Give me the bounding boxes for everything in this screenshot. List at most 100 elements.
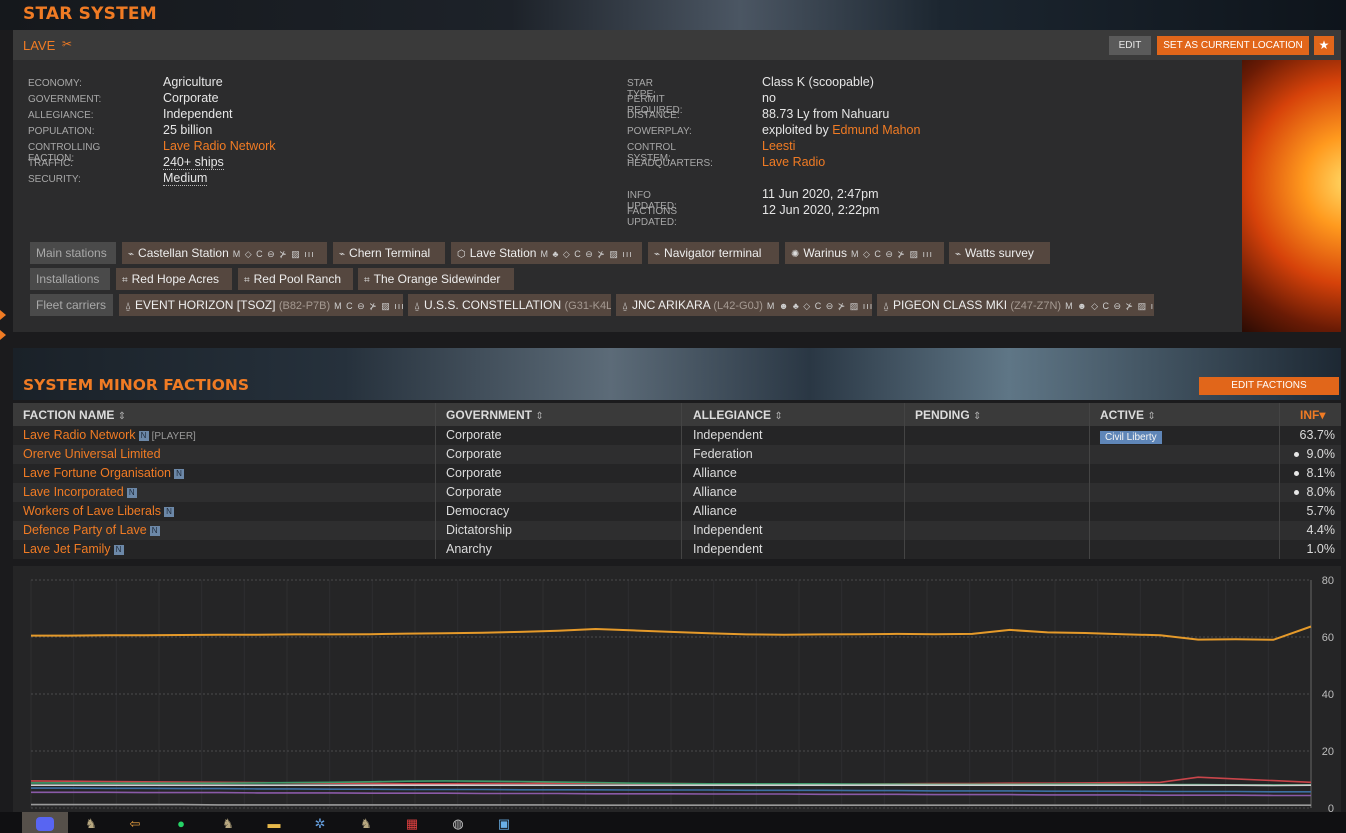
col-active[interactable]: ACTIVE ⇕ bbox=[1100, 408, 1156, 422]
traffic-value[interactable]: 240+ ships bbox=[163, 155, 224, 170]
control-system-link[interactable]: Leesti bbox=[762, 139, 795, 153]
security-value[interactable]: Medium bbox=[163, 171, 208, 186]
info-label: GOVERNMENT: bbox=[28, 94, 102, 105]
whatsapp-icon[interactable]: ● bbox=[172, 815, 190, 833]
edit-factions-button[interactable]: EDIT FACTIONS bbox=[1199, 377, 1339, 395]
faction-name-link[interactable]: Defence Party of Lave bbox=[23, 523, 147, 537]
elite-icon-2[interactable]: ♞ bbox=[219, 815, 237, 833]
col-allegiance[interactable]: ALLEGIANCE ⇕ bbox=[693, 408, 783, 422]
station-chip[interactable]: ⌁ Navigator terminal bbox=[648, 242, 779, 264]
station-name: Watts survey bbox=[965, 246, 1034, 260]
info-value: 25 billion bbox=[163, 123, 213, 137]
col-inf[interactable]: INF▾ bbox=[1300, 408, 1325, 422]
inf-value: 63.7% bbox=[1299, 428, 1335, 442]
station-chip[interactable]: ⬡ Lave Station M ♣ ◇ C ⊖ ⊁ ▨ ııı bbox=[451, 242, 642, 264]
system-header-bar: LAVE ✂ EDIT SET AS CURRENT LOCATION ★ bbox=[13, 30, 1341, 60]
influence-chart-svg: 0 20 40 60 80 bbox=[30, 575, 1334, 815]
y-tick-label: 60 bbox=[1322, 632, 1334, 644]
government-cell: Corporate bbox=[446, 466, 502, 480]
image-icon[interactable]: ▣ bbox=[495, 815, 513, 833]
system-info-panel: ECONOMY: Agriculture GOVERNMENT: Corpora… bbox=[13, 60, 1242, 332]
side-arrow-icon[interactable] bbox=[0, 310, 6, 320]
col-government[interactable]: GOVERNMENT ⇕ bbox=[446, 408, 544, 422]
carrier-icon: ⍙ bbox=[414, 301, 420, 312]
table-row[interactable]: Lave Fortune Organisation N Corporate Allia… bbox=[13, 464, 1341, 483]
info-label: FACTIONS UPDATED: bbox=[627, 206, 678, 228]
carrier-chip[interactable]: ⍙ JNC ARIKARA (L42-G0J) M ☻ ♣ ◇ C ⊖ ⊁ ▨ ıı… bbox=[616, 294, 872, 316]
table-row[interactable]: Lave Incorporated N Corporate Alliance 8.0% bbox=[13, 483, 1341, 502]
carrier-code: (L42-G0J) bbox=[713, 300, 763, 312]
powerplay-link[interactable]: Edmund Mahon bbox=[832, 123, 920, 137]
favorite-star-button[interactable]: ★ bbox=[1314, 36, 1334, 55]
settlement-icon: ⌗ bbox=[244, 275, 250, 286]
table-row[interactable]: Defence Party of Lave N Dictatorship Indepe… bbox=[13, 521, 1341, 540]
col-faction-name[interactable]: FACTION NAME ⇕ bbox=[23, 408, 126, 422]
allegiance-cell: Alliance bbox=[693, 466, 737, 480]
faction-name-link[interactable]: Orerve Universal Limited bbox=[23, 447, 161, 461]
elite-icon-3[interactable]: ♞ bbox=[357, 815, 375, 833]
services-icons: M ◇ C ⊖ ⊁ ▨ ııı bbox=[232, 249, 315, 259]
carrier-code: (B82-P7B) bbox=[278, 300, 331, 312]
table-row[interactable]: Workers of Lave Liberals N Democracy Allian… bbox=[13, 502, 1341, 521]
faction-name-cell: Defence Party of Lave N bbox=[23, 523, 160, 537]
column-divider bbox=[1279, 403, 1280, 559]
carrier-icon: ⍙ bbox=[125, 301, 131, 312]
set-current-location-button[interactable]: SET AS CURRENT LOCATION bbox=[1157, 36, 1309, 55]
calendar-icon[interactable]: ▦ bbox=[403, 815, 421, 833]
globe-icon[interactable]: ◍ bbox=[449, 815, 467, 833]
faction-name-link[interactable]: Lave Radio Network bbox=[23, 428, 136, 442]
faction-name-cell: Lave Fortune Organisation N bbox=[23, 466, 185, 480]
government-cell: Corporate bbox=[446, 428, 502, 442]
side-arrow-icon[interactable] bbox=[0, 330, 6, 340]
inf-value: 1.0% bbox=[1306, 542, 1336, 556]
scissors-icon[interactable]: ✂ bbox=[62, 37, 76, 51]
col-label: FACTION NAME bbox=[23, 408, 115, 422]
folder-icon[interactable]: ▬ bbox=[265, 815, 283, 833]
station-chip[interactable]: ⌁ Castellan Station M ◇ C ⊖ ⊁ ▨ ııı bbox=[122, 242, 327, 264]
carrier-chip[interactable]: ⍙ U.S.S. CONSTELLATION (G31-K4L) bbox=[408, 294, 611, 316]
faction-name-link[interactable]: Lave Jet Family bbox=[23, 542, 111, 556]
carrier-code: (Z47-Z7N) bbox=[1010, 300, 1062, 312]
installation-chip[interactable]: ⌗ Red Pool Ranch bbox=[238, 268, 353, 290]
faction-name-link[interactable]: Workers of Lave Liberals bbox=[23, 504, 161, 518]
station-chip[interactable]: ✺ Warinus M ◇ C ⊖ ⊁ ▨ ııı bbox=[785, 242, 944, 264]
faction-name-link[interactable]: Lave Incorporated bbox=[23, 485, 124, 499]
minor-factions-banner: SYSTEM MINOR FACTIONS EDIT FACTIONS bbox=[13, 348, 1341, 400]
headquarters-link[interactable]: Lave Radio bbox=[762, 155, 825, 169]
allegiance-cell: Independent bbox=[693, 428, 763, 442]
station-chip[interactable]: ⌁ Chern Terminal bbox=[333, 242, 445, 264]
arrow-icon[interactable]: ⇦ bbox=[126, 815, 144, 833]
info-value: no bbox=[762, 91, 776, 105]
station-chip[interactable]: ⌁ Watts survey bbox=[949, 242, 1050, 264]
sort-icon: ⇕ bbox=[117, 411, 127, 422]
outpost-icon: ⌁ bbox=[955, 249, 962, 260]
table-row[interactable]: Lave Jet Family N Anarchy Independent 1.0% bbox=[13, 540, 1341, 559]
faction-name-cell: Lave Radio Network N [PLAYER] bbox=[23, 428, 196, 442]
carrier-chip[interactable]: ⍙ PIGEON CLASS MKI (Z47-Z7N) M ☻ ◇ C ⊖ ⊁ ▨… bbox=[877, 294, 1154, 316]
col-pending[interactable]: PENDING ⇕ bbox=[915, 408, 981, 422]
outpost-icon: ⌁ bbox=[339, 249, 346, 260]
carrier-name: JNC ARIKARA bbox=[632, 298, 711, 312]
influence-chart[interactable]: 0 20 40 60 80 bbox=[13, 566, 1341, 815]
discord-icon[interactable] bbox=[22, 812, 68, 833]
carrier-name: U.S.S. CONSTELLATION bbox=[424, 298, 562, 312]
star-system-title: STAR SYSTEM bbox=[23, 4, 157, 24]
series-line-6 bbox=[31, 803, 1311, 806]
controlling-faction-link[interactable]: Lave Radio Network bbox=[163, 139, 276, 153]
installation-chip[interactable]: ⌗ Red Hope Acres bbox=[116, 268, 232, 290]
table-row[interactable]: Orerve Universal Limited Corporate Federat… bbox=[13, 445, 1341, 464]
edit-button[interactable]: EDIT bbox=[1109, 36, 1151, 55]
installation-chip[interactable]: ⌗ The Orange Sidewinder bbox=[358, 268, 514, 290]
faction-tag: N bbox=[113, 544, 124, 555]
info-value: 88.73 Ly from Nahuaru bbox=[762, 107, 890, 121]
y-tick-label: 0 bbox=[1328, 803, 1334, 812]
carrier-code: (G31-K4L) bbox=[564, 300, 611, 312]
allegiance-cell: Independent bbox=[693, 523, 763, 537]
carrier-chip[interactable]: ⍙ EVENT HORIZON [TSOZ] (B82-P7B) M C ⊖ ⊁ ▨… bbox=[119, 294, 403, 316]
faction-name-link[interactable]: Lave Fortune Organisation bbox=[23, 466, 171, 480]
faction-name-cell: Workers of Lave Liberals N bbox=[23, 504, 175, 518]
inf-cell: 63.7% bbox=[1300, 428, 1335, 442]
gear-icon[interactable]: ✲ bbox=[311, 815, 329, 833]
elite-icon[interactable]: ♞ bbox=[82, 815, 100, 833]
table-row[interactable]: Lave Radio Network N [PLAYER] Corporate Inde… bbox=[13, 426, 1341, 445]
